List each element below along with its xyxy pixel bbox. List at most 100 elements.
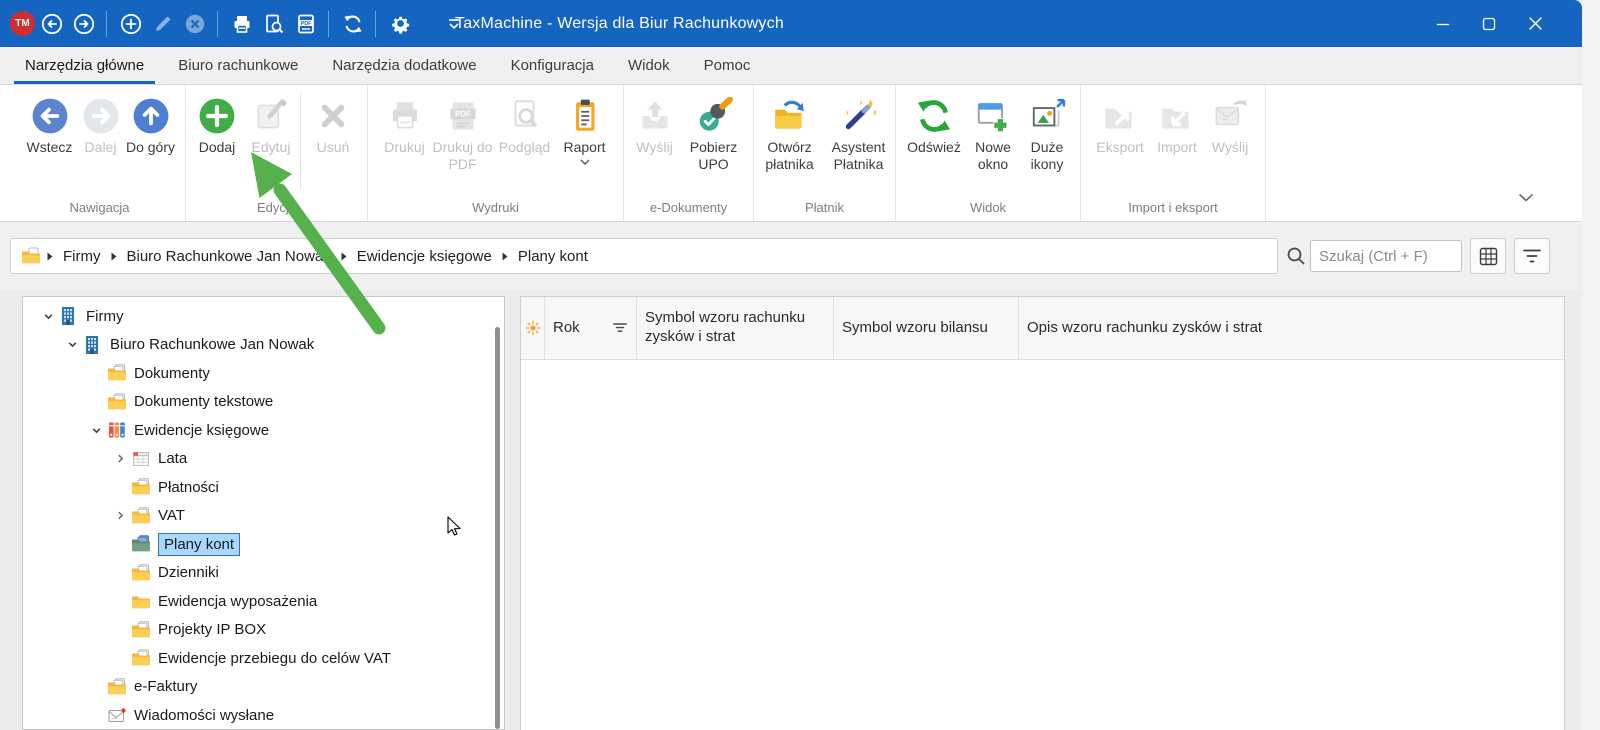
pdf-icon[interactable]: PDF: [291, 9, 321, 39]
drukuj-button[interactable]: Drukuj: [378, 91, 432, 156]
wyslij-import-button[interactable]: Wyślij: [1204, 91, 1256, 156]
wyslij-edok-button[interactable]: Wyślij: [630, 91, 680, 156]
sun-icon: [525, 320, 541, 336]
maximize-button[interactable]: [1466, 0, 1512, 47]
tree-item-vat[interactable]: VAT: [23, 502, 504, 531]
edit-pencil-icon[interactable]: [148, 9, 178, 39]
tab-widok[interactable]: Widok: [611, 47, 687, 84]
import-folder-icon: [1158, 95, 1196, 137]
import-button[interactable]: Import: [1150, 91, 1204, 156]
back-icon[interactable]: [37, 9, 67, 39]
title-bar: TM PDF TaxMachine - Wersja dla Biur Rach…: [0, 0, 1582, 47]
usun-button[interactable]: Usuń: [303, 91, 363, 156]
tab-pomoc[interactable]: Pomoc: [687, 47, 768, 84]
group-label: Wydruki: [368, 200, 623, 215]
send-tray-icon: [636, 95, 674, 137]
table-body-empty: [521, 360, 1564, 730]
raport-button[interactable]: Raport: [556, 91, 614, 165]
tree-item-dokumenty-tekstowe[interactable]: Dokumenty tekstowe: [23, 388, 504, 417]
duze-ikony-button[interactable]: Duże ikony: [1020, 91, 1074, 173]
tree-scrollbar-thumb[interactable]: [495, 327, 500, 729]
odswiez-button[interactable]: Odśwież: [902, 91, 966, 156]
tab-narzedzia-glowne[interactable]: Narzędzia główne: [8, 47, 161, 84]
breadcrumb-arrow-icon: [111, 252, 117, 261]
wstecz-button[interactable]: Wstecz: [22, 91, 78, 156]
breadcrumb-item-biuro[interactable]: Biuro Rachunkowe Jan Nowak: [127, 248, 331, 265]
tree-item-platnosci[interactable]: Płatności: [23, 473, 504, 502]
otworz-platnika-button[interactable]: Otwórz płatnika: [756, 91, 824, 173]
folder-icon: [131, 592, 151, 610]
table-header-flag-column[interactable]: [521, 297, 545, 359]
minimize-button[interactable]: [1420, 0, 1466, 47]
tree-item-ewidencje-przebiegu[interactable]: Ewidencje przebiegu do celów VAT: [23, 644, 504, 673]
tab-biuro-rachunkowe[interactable]: Biuro rachunkowe: [161, 47, 315, 84]
tree-item-ewidencje-ksiegowe[interactable]: Ewidencje księgowe: [23, 416, 504, 445]
tree-item-dzienniki[interactable]: Dzienniki: [23, 559, 504, 588]
do-gory-button[interactable]: Do góry: [124, 91, 178, 156]
large-icons-icon: [1028, 95, 1066, 137]
drukuj-do-pdf-button[interactable]: PDF Drukuj do PDF: [432, 91, 494, 173]
tree-item-firmy[interactable]: Firmy: [23, 302, 504, 331]
grid-view-button[interactable]: [1470, 238, 1506, 274]
ribbon: Wstecz Dalej Do góry Nawigacja Dodaj Edy…: [0, 85, 1582, 222]
sort-icon: [612, 321, 628, 335]
tree-item-e-faktury[interactable]: e-Faktury: [23, 673, 504, 702]
breadcrumb-item-plany-kont[interactable]: Plany kont: [518, 248, 588, 265]
binders-icon: [107, 421, 127, 439]
podglad-button[interactable]: Podgląd: [494, 91, 556, 156]
search-input[interactable]: [1310, 240, 1462, 272]
ribbon-tab-bar: Narzędzia główne Biuro rachunkowe Narzęd…: [0, 47, 1582, 85]
tree-item-lata[interactable]: Lata: [23, 445, 504, 474]
tree-item-projekty-ip-box[interactable]: Projekty IP BOX: [23, 616, 504, 645]
ribbon-group-platnik: Otwórz płatnika Asystent Płatnika Płatni…: [754, 85, 896, 221]
tree-item-plany-kont[interactable]: Plany kont: [23, 530, 504, 559]
svg-text:PDF: PDF: [455, 110, 471, 119]
tree-item-biuro-rachunkowe[interactable]: Biuro Rachunkowe Jan Nowak: [23, 331, 504, 360]
settings-gear-icon[interactable]: [385, 9, 415, 39]
breadcrumb-item-ewidencje[interactable]: Ewidencje księgowe: [357, 248, 492, 265]
chevron-collapsed-icon[interactable]: [109, 510, 131, 521]
chevron-expanded-icon[interactable]: [37, 311, 59, 322]
tree-item-ewidencja-wyposazenia[interactable]: Ewidencja wyposażenia: [23, 587, 504, 616]
send-envelope-icon: [1211, 95, 1249, 137]
edytuj-button[interactable]: Edytuj: [244, 91, 298, 156]
preview-magnifier-icon: [506, 95, 544, 137]
chevron-expanded-icon[interactable]: [85, 425, 107, 436]
print-preview-icon[interactable]: [259, 9, 289, 39]
collapse-ribbon-chevron-icon[interactable]: [1518, 189, 1534, 207]
toolbar-separator: [375, 11, 376, 37]
table-header-opis-rzis[interactable]: Opis wzoru rachunku zysków i strat: [1019, 297, 1564, 359]
folder-icon: [21, 247, 41, 265]
asystent-platnika-button[interactable]: Asystent Płatnika: [824, 91, 894, 173]
toolbar-separator: [328, 11, 329, 37]
forward-icon[interactable]: [69, 9, 99, 39]
nowe-okno-button[interactable]: Nowe okno: [966, 91, 1020, 173]
folder-documents-icon: [131, 507, 151, 525]
folder-documents-icon: [107, 678, 127, 696]
tree-item-dokumenty[interactable]: Dokumenty: [23, 359, 504, 388]
pobierz-upo-button[interactable]: Pobierz UPO: [680, 91, 748, 173]
chevron-expanded-icon[interactable]: [61, 339, 83, 350]
add-icon[interactable]: [116, 9, 146, 39]
tab-konfiguracja[interactable]: Konfiguracja: [494, 47, 611, 84]
filter-button[interactable]: [1514, 238, 1550, 274]
tree-item-wiadomosci-wyslane[interactable]: Wiadomości wysłane: [23, 701, 504, 730]
refresh-icon[interactable]: [338, 9, 368, 39]
table-header-symbol-bilansu[interactable]: Symbol wzoru bilansu: [834, 297, 1019, 359]
dalej-button[interactable]: Dalej: [78, 91, 124, 156]
print-icon[interactable]: [227, 9, 257, 39]
breadcrumb[interactable]: Firmy Biuro Rachunkowe Jan Nowak Ewidenc…: [10, 238, 1278, 274]
chevron-collapsed-icon[interactable]: [109, 453, 131, 464]
close-button[interactable]: [1512, 0, 1558, 47]
dodaj-button[interactable]: Dodaj: [190, 91, 244, 156]
eksport-button[interactable]: Eksport: [1090, 91, 1150, 156]
ribbon-group-nawigacja: Wstecz Dalej Do góry Nawigacja: [14, 85, 186, 221]
breadcrumb-item-firmy[interactable]: Firmy: [63, 248, 101, 265]
table-header-row: Rok Symbol wzoru rachunku zysków i strat…: [521, 297, 1564, 360]
group-label: Import i eksport: [1081, 200, 1265, 215]
path-bar: Firmy Biuro Rachunkowe Jan Nowak Ewidenc…: [0, 222, 1582, 290]
delete-icon[interactable]: [180, 9, 210, 39]
tab-narzedzia-dodatkowe[interactable]: Narzędzia dodatkowe: [315, 47, 493, 84]
table-header-rok[interactable]: Rok: [545, 297, 637, 359]
table-header-symbol-rzis[interactable]: Symbol wzoru rachunku zysków i strat: [637, 297, 834, 359]
